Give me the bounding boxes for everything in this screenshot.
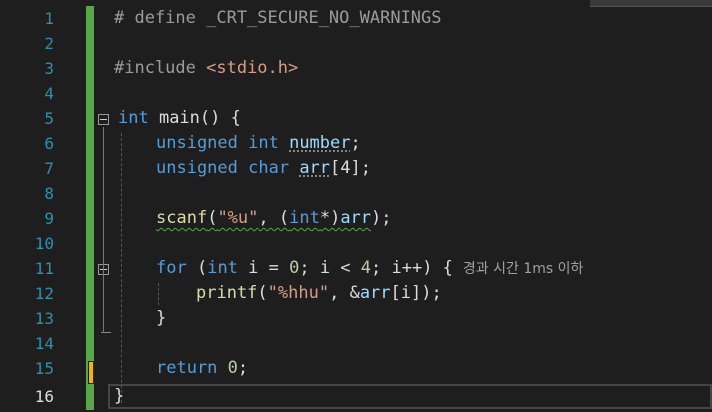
number-literal: 0 bbox=[289, 258, 300, 278]
line-number: 9 bbox=[44, 209, 54, 228]
string-literal: "%hhu" bbox=[267, 283, 330, 303]
code-text: ; bbox=[350, 133, 361, 153]
code-text: ); bbox=[371, 208, 392, 228]
keyword: return bbox=[156, 358, 218, 378]
change-marker-saved bbox=[86, 6, 94, 410]
code-line-11[interactable]: for (int i = 0; i < 4; i++) { 경과 시간 1ms 이… bbox=[156, 256, 583, 281]
keyword: unsigned char bbox=[156, 158, 290, 178]
code-text: ( bbox=[186, 258, 208, 278]
line-number: 8 bbox=[44, 184, 54, 203]
code-line-9[interactable]: scanf("%u", (int*)arr); bbox=[156, 206, 392, 231]
change-marker-unsaved bbox=[88, 361, 94, 384]
code-text: main() { bbox=[148, 108, 241, 128]
include-header: <stdio.h> bbox=[206, 58, 299, 78]
line-number: 10 bbox=[34, 234, 54, 253]
code-line-12[interactable]: printf("%hhu", &arr[i]); bbox=[196, 281, 442, 306]
line-number: 15 bbox=[34, 359, 54, 378]
code-line-1[interactable]: # define _CRT_SECURE_NO_WARNINGS bbox=[114, 6, 442, 31]
performance-tip[interactable]: 경과 시간 1ms 이하 bbox=[463, 261, 583, 277]
number-literal: 0 bbox=[227, 358, 238, 378]
line-number-gutter: 1 2 3 4 5 6 7 8 9 10 11 12 13 14 15 16 bbox=[0, 0, 62, 412]
collapse-main-icon[interactable] bbox=[98, 114, 109, 125]
keyword: unsigned int bbox=[156, 133, 279, 153]
line-number: 11 bbox=[34, 259, 54, 278]
code-text: ; i++) { bbox=[371, 258, 453, 278]
string-literal: "%u" bbox=[217, 208, 259, 228]
variable: arr bbox=[359, 283, 391, 303]
keyword: int bbox=[118, 108, 149, 128]
scrollbar-track[interactable] bbox=[590, 0, 712, 7]
code-text: ( bbox=[207, 208, 218, 228]
code-text: i = bbox=[237, 258, 290, 278]
line-number: 6 bbox=[44, 134, 54, 153]
line-number: 1 bbox=[44, 9, 54, 28]
code-line-7[interactable]: unsigned char arr[4]; bbox=[156, 156, 371, 181]
code-line-13[interactable]: } bbox=[156, 306, 166, 331]
indent-guide bbox=[121, 133, 122, 403]
variable: arr bbox=[299, 158, 331, 178]
keyword: int bbox=[207, 258, 238, 278]
indent-guide bbox=[158, 283, 159, 305]
warning-squiggle: scanf("%u", (int*)arr bbox=[156, 208, 371, 228]
variable: arr bbox=[340, 208, 372, 228]
code-text: [4] bbox=[330, 158, 361, 178]
code-line-16[interactable]: } bbox=[114, 384, 124, 409]
line-number: 5 bbox=[44, 109, 54, 128]
line-number: 7 bbox=[44, 159, 54, 178]
code-editor[interactable]: 1 2 3 4 5 6 7 8 9 10 11 12 13 14 15 16 #… bbox=[0, 0, 712, 412]
line-number: 12 bbox=[34, 284, 54, 303]
code-text: ; bbox=[360, 158, 371, 178]
function-name: printf bbox=[196, 283, 258, 303]
line-number: 14 bbox=[34, 334, 54, 353]
code-line-5[interactable]: int main() { bbox=[118, 106, 241, 131]
line-number: 13 bbox=[34, 309, 54, 328]
code-text: [i]); bbox=[390, 283, 442, 303]
code-line-3[interactable]: #include <stdio.h> bbox=[114, 56, 298, 81]
function-name: scanf bbox=[156, 208, 208, 228]
variable: number bbox=[289, 133, 351, 153]
code-text: ( bbox=[257, 283, 268, 303]
line-number: 2 bbox=[44, 34, 54, 53]
number-literal: 4 bbox=[360, 258, 372, 278]
code-text: *) bbox=[319, 208, 341, 228]
line-number-current: 16 bbox=[34, 387, 54, 406]
preprocessor-directive: #include bbox=[114, 58, 207, 78]
keyword: int bbox=[289, 208, 320, 228]
code-text: ; bbox=[237, 358, 249, 378]
current-line-highlight bbox=[108, 384, 712, 409]
code-text: , ( bbox=[258, 208, 290, 228]
code-text: , & bbox=[329, 283, 360, 303]
line-number: 3 bbox=[44, 59, 54, 78]
code-line-6[interactable]: unsigned int number; bbox=[156, 131, 361, 156]
fold-line bbox=[103, 127, 104, 333]
line-number: 4 bbox=[44, 84, 54, 103]
code-line-15[interactable]: return 0; bbox=[156, 356, 248, 381]
keyword: for bbox=[156, 258, 187, 278]
code-text: ; i < bbox=[299, 258, 361, 278]
